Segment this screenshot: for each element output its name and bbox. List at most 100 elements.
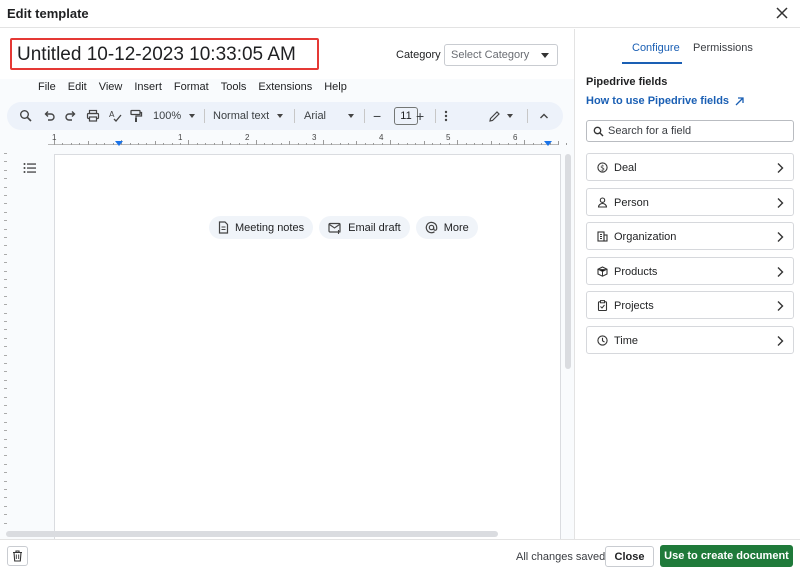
ruler-tick <box>373 143 375 145</box>
menu-help[interactable]: Help <box>318 81 353 97</box>
vertical-ruler-tick <box>4 312 7 314</box>
ruler-tick <box>272 143 274 145</box>
document-outline-icon[interactable] <box>23 162 37 174</box>
ruler-tick <box>474 143 475 145</box>
ruler-tick <box>112 143 114 145</box>
field-list: $ Deal Person Organization Products Proj… <box>586 153 794 360</box>
field-deal[interactable]: $ Deal <box>586 153 794 181</box>
search-icon <box>593 126 604 137</box>
vertical-ruler-tick <box>4 237 7 238</box>
menu-extensions[interactable]: Extensions <box>252 81 318 97</box>
menu-file[interactable]: File <box>32 81 62 97</box>
editing-mode-select[interactable] <box>488 108 513 124</box>
ruler-tick <box>70 143 72 145</box>
field-products[interactable]: Products <box>586 256 794 285</box>
font-select[interactable]: Arial <box>304 108 355 124</box>
panel-tabs: Configure Permissions <box>575 29 800 65</box>
vertical-ruler-tick <box>4 270 7 272</box>
document-title[interactable]: Untitled 10-12-2023 10:33:05 AM <box>17 44 296 66</box>
ruler-tick <box>154 141 156 145</box>
caret-down-icon <box>541 53 549 58</box>
pencil-icon <box>489 110 500 122</box>
field-projects[interactable]: Projects <box>586 291 794 319</box>
active-tab-indicator <box>622 62 682 64</box>
vertical-ruler-tick <box>4 262 7 264</box>
vertical-ruler-tick <box>4 245 7 247</box>
horizontal-ruler[interactable]: 1 1 2 3 4 5 6 <box>48 133 593 147</box>
tab-permissions[interactable]: Permissions <box>693 42 753 54</box>
document-page[interactable] <box>54 154 561 539</box>
vertical-ruler-tick <box>4 480 7 482</box>
ruler-tick <box>171 143 173 145</box>
chevron-right-icon <box>777 197 784 208</box>
use-to-create-document-button[interactable]: Use to create document <box>660 545 793 567</box>
dialog-title: Edit template <box>7 6 89 21</box>
ruler-tick <box>87 141 89 145</box>
email-icon <box>328 222 341 234</box>
vertical-ruler-tick <box>4 371 7 373</box>
clock-icon <box>597 334 608 346</box>
chip-label: Meeting notes <box>235 221 305 234</box>
document-title-field[interactable]: Untitled 10-12-2023 10:33:05 AM <box>10 38 319 70</box>
vertical-ruler-tick <box>4 405 7 406</box>
decrease-font-button[interactable]: − <box>373 108 381 124</box>
print-icon[interactable] <box>86 108 100 124</box>
search-icon[interactable] <box>19 108 33 124</box>
zoom-select[interactable]: 100% <box>153 108 196 124</box>
chip-label: More <box>443 221 469 234</box>
more-chip[interactable]: More <box>415 216 478 239</box>
ruler-tick <box>532 143 534 145</box>
horizontal-scrollbar[interactable] <box>6 531 566 537</box>
caret-down-icon <box>189 114 196 118</box>
field-label: Projects <box>614 300 654 312</box>
ruler-number: 2 <box>245 133 250 142</box>
close-button[interactable]: Close <box>605 546 654 567</box>
menu-tools[interactable]: Tools <box>215 81 253 97</box>
undo-icon[interactable] <box>42 108 56 124</box>
category-select[interactable]: Select Category <box>444 44 558 66</box>
menu-format[interactable]: Format <box>168 81 215 97</box>
field-organization[interactable]: Organization <box>586 222 794 250</box>
ruler-tick <box>448 143 450 145</box>
left-indent-marker[interactable] <box>115 141 123 146</box>
chevron-up-icon[interactable] <box>538 108 550 124</box>
vertical-ruler-tick <box>4 178 7 180</box>
delete-template-button[interactable] <box>7 546 28 566</box>
increase-font-button[interactable]: + <box>416 108 424 124</box>
ruler-number: 1 <box>178 133 183 142</box>
close-icon[interactable] <box>774 5 790 21</box>
spellcheck-icon[interactable]: A <box>108 108 122 124</box>
ruler-tick <box>381 143 383 145</box>
font-size-input[interactable]: 11 <box>394 107 418 125</box>
ruler-tick <box>264 143 265 145</box>
email-draft-chip[interactable]: Email draft <box>319 216 410 239</box>
style-select[interactable]: Normal text <box>213 108 284 124</box>
scrollbar-thumb[interactable] <box>6 531 498 537</box>
person-icon <box>597 196 608 208</box>
scrollbar-thumb[interactable] <box>565 154 571 369</box>
vertical-ruler-tick <box>4 287 7 289</box>
search-input[interactable] <box>608 123 788 139</box>
menu-edit[interactable]: Edit <box>62 81 93 97</box>
tab-configure[interactable]: Configure <box>632 42 680 54</box>
chip-label: Email draft <box>348 221 401 234</box>
field-label: Organization <box>614 231 677 243</box>
style-value: Normal text <box>213 110 270 122</box>
field-search[interactable] <box>586 120 794 142</box>
field-time[interactable]: Time <box>586 325 794 354</box>
vertical-ruler-tick <box>4 522 7 524</box>
redo-icon[interactable] <box>64 108 78 124</box>
meeting-notes-chip[interactable]: Meeting notes <box>209 216 314 239</box>
category-placeholder: Select Category <box>451 49 530 61</box>
vertical-ruler-tick <box>4 497 7 499</box>
ruler-tick <box>306 143 307 145</box>
more-vertical-icon[interactable] <box>440 108 452 124</box>
right-indent-marker[interactable] <box>544 141 552 146</box>
menu-insert[interactable]: Insert <box>128 81 168 97</box>
help-link[interactable]: How to use Pipedrive fields <box>586 95 745 107</box>
vertical-scrollbar[interactable] <box>565 154 571 539</box>
paint-format-icon[interactable] <box>129 108 143 124</box>
field-person[interactable]: Person <box>586 187 794 216</box>
menu-view[interactable]: View <box>93 81 129 97</box>
ruler-tick <box>297 143 299 145</box>
